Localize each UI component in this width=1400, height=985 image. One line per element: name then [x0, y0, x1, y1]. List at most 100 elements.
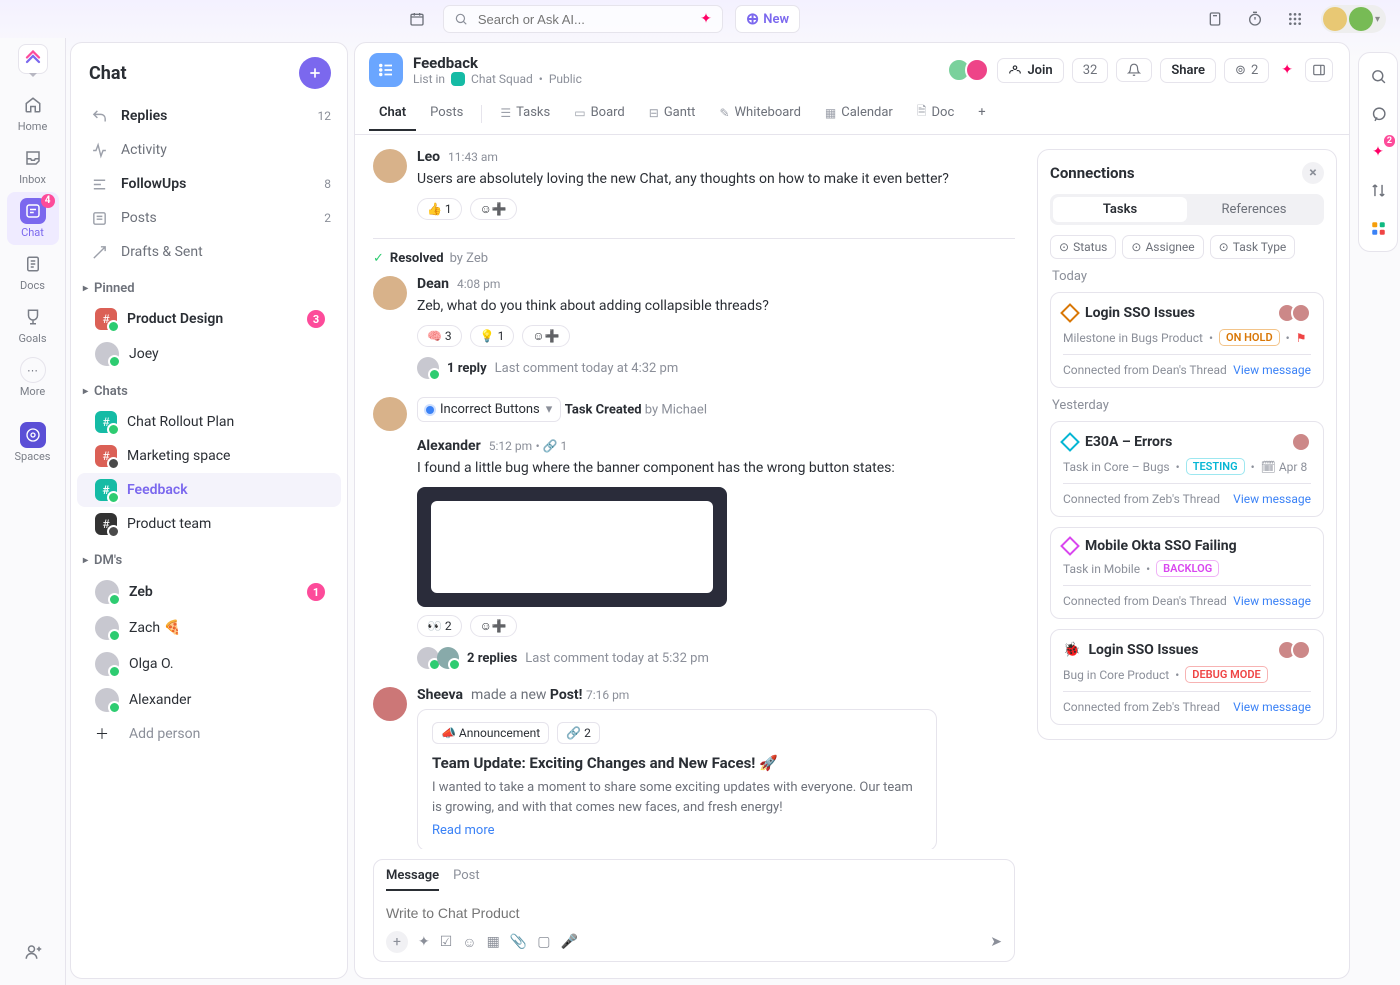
rail-docs[interactable]: Docs [7, 245, 59, 298]
dm-alexander[interactable]: Alexander [77, 682, 341, 718]
attachment-icon[interactable]: 📎 [510, 934, 527, 950]
timer-icon[interactable] [1241, 5, 1269, 33]
member-avatars[interactable] [947, 58, 989, 82]
add-person[interactable]: ＋Add person [77, 718, 341, 750]
tab-gantt[interactable]: ⊟Gantt [639, 96, 706, 131]
rail-more[interactable]: ⋯More [7, 351, 59, 404]
composer-input[interactable] [386, 899, 1002, 931]
global-search[interactable]: ✦ [443, 5, 723, 33]
connection-card[interactable]: Mobile Okta SSO FailingTask in Mobile•BA… [1050, 527, 1324, 619]
rail-chat[interactable]: Chat4 [7, 192, 59, 245]
composer-tab-message[interactable]: Message [386, 868, 439, 891]
chat-chat-rollout-plan[interactable]: #Chat Rollout Plan [77, 405, 341, 439]
sidebar-activity[interactable]: Activity [71, 133, 347, 167]
tab-whiteboard[interactable]: ✎Whiteboard [709, 96, 810, 131]
sidebar-followups[interactable]: FollowUps8 [71, 167, 347, 201]
filter-task-type[interactable]: ⊙Task Type [1210, 235, 1296, 259]
rail-goals[interactable]: Goals [7, 298, 59, 351]
close-icon[interactable]: × [1302, 162, 1324, 184]
dm-olga-o-[interactable]: Olga O. [77, 646, 341, 682]
emoji-icon[interactable]: ☺ [462, 934, 476, 951]
chat-product-team[interactable]: #Product team [77, 507, 341, 541]
calendar-icon[interactable] [403, 5, 431, 33]
gif-icon[interactable]: ▦ [487, 934, 500, 950]
rail-inbox[interactable]: Inbox [7, 139, 59, 192]
pinned-product-design[interactable]: #Product Design3 [77, 302, 341, 336]
connection-card[interactable]: E30A – ErrorsTask in Core – Bugs•TESTING… [1050, 421, 1324, 517]
view-message-link[interactable]: View message [1233, 700, 1311, 714]
account-switcher[interactable]: ▾ [1321, 5, 1386, 33]
task-icon[interactable]: ☑ [440, 934, 453, 950]
rail-home[interactable]: Home [7, 86, 59, 139]
ai-icon[interactable]: ✦2 [1363, 137, 1393, 167]
search-icon[interactable] [1363, 61, 1393, 91]
member-count[interactable]: 32 [1072, 58, 1109, 83]
read-more-link[interactable]: Read more [432, 823, 922, 838]
rail-invite[interactable] [7, 933, 59, 971]
tab-tasks[interactable]: ☰Tasks [490, 96, 560, 131]
tab-board[interactable]: ▭Board [564, 96, 635, 131]
topbar: ✦ ⊕ New ▾ [0, 0, 1400, 38]
post-message: Sheevamade a new Post! 7:16 pm📣 Announce… [373, 687, 1015, 849]
add-reaction-icon[interactable]: ☺➕ [470, 615, 517, 637]
thread-link[interactable]: 2 repliesLast comment today at 5:32 pm [417, 647, 1015, 669]
breadcrumb-space[interactable]: Chat Squad [471, 72, 533, 86]
clipboard-icon[interactable] [1201, 5, 1229, 33]
view-message-link[interactable]: View message [1233, 363, 1311, 377]
send-icon[interactable]: ➤ [990, 934, 1002, 950]
tab-doc[interactable]: 🗎Doc [907, 93, 964, 134]
notifications-button[interactable] [1116, 58, 1152, 82]
tab-calendar[interactable]: ▦Calendar [815, 96, 903, 131]
add-view-button[interactable]: + [968, 96, 995, 131]
mic-icon[interactable]: 🎤 [561, 934, 578, 950]
new-chat-button[interactable] [299, 57, 331, 89]
segment-tasks[interactable]: Tasks [1053, 197, 1187, 222]
share-button[interactable]: Share [1160, 58, 1216, 83]
video-icon[interactable]: ▢ [537, 934, 550, 950]
reaction[interactable]: 👀 2 [417, 615, 462, 637]
view-message-link[interactable]: View message [1233, 492, 1311, 506]
chat-marketing-space[interactable]: #Marketing space [77, 439, 341, 473]
viewers-pill[interactable]: ⊚2 [1224, 58, 1269, 83]
task-chip[interactable]: Incorrect Buttons ▾ [417, 397, 561, 422]
swap-icon[interactable] [1363, 175, 1393, 205]
connection-card[interactable]: 🐞Login SSO IssuesBug in Core Product•DEB… [1050, 629, 1324, 725]
apps-grid-icon[interactable] [1363, 213, 1393, 243]
dm-zeb[interactable]: Zeb1 [77, 574, 341, 610]
toggle-sidepanel-icon[interactable] [1305, 58, 1333, 82]
reaction[interactable]: 💡 1 [470, 325, 515, 347]
image-attachment[interactable] [417, 487, 727, 607]
thread-link[interactable]: 1 replyLast comment today at 4:32 pm [417, 357, 1015, 379]
new-button[interactable]: ⊕ New [735, 5, 800, 33]
search-input[interactable] [476, 11, 692, 28]
view-message-link[interactable]: View message [1233, 594, 1311, 608]
sidebar-replies[interactable]: Replies12 [71, 99, 347, 133]
add-reaction-icon[interactable]: ☺➕ [522, 325, 569, 347]
filter-status[interactable]: ⊙Status [1050, 235, 1116, 259]
reaction[interactable]: 👍 1 [417, 198, 462, 220]
segment-references[interactable]: References [1187, 197, 1321, 222]
page-title: Feedback [413, 54, 582, 72]
sidebar-drafts-sent[interactable]: Drafts & Sent [71, 235, 347, 269]
ai-assist-icon[interactable]: ✦ [418, 934, 430, 950]
filter-assignee[interactable]: ⊙Assignee [1122, 235, 1203, 259]
attach-plus-icon[interactable]: + [386, 931, 408, 953]
rail-spaces[interactable]: Spaces [7, 416, 59, 469]
chat-feedback[interactable]: #Feedback [77, 473, 341, 507]
ai-icon[interactable]: ✦ [1277, 58, 1297, 82]
apps-icon[interactable] [1281, 5, 1309, 33]
tab-chat[interactable]: Chat [369, 96, 416, 131]
comments-icon[interactable] [1363, 99, 1393, 129]
pinned-joey[interactable]: Joey [77, 336, 341, 372]
reaction[interactable]: 🧠 3 [417, 325, 462, 347]
connection-card[interactable]: Login SSO IssuesMilestone in Bugs Produc… [1050, 292, 1324, 388]
composer-tab-post[interactable]: Post [453, 868, 480, 891]
workspace-logo[interactable] [18, 44, 48, 74]
resolved-banner: ✓Resolvedby Zeb [373, 238, 1015, 266]
join-button[interactable]: Join [997, 58, 1063, 83]
tab-posts[interactable]: Posts [420, 96, 473, 131]
post-card[interactable]: 📣 Announcement🔗 2Team Update: Exciting C… [417, 709, 937, 849]
dm-zach[interactable]: Zach 🍕 [77, 610, 341, 646]
sidebar-posts[interactable]: Posts2 [71, 201, 347, 235]
add-reaction-icon[interactable]: ☺➕ [470, 198, 517, 220]
